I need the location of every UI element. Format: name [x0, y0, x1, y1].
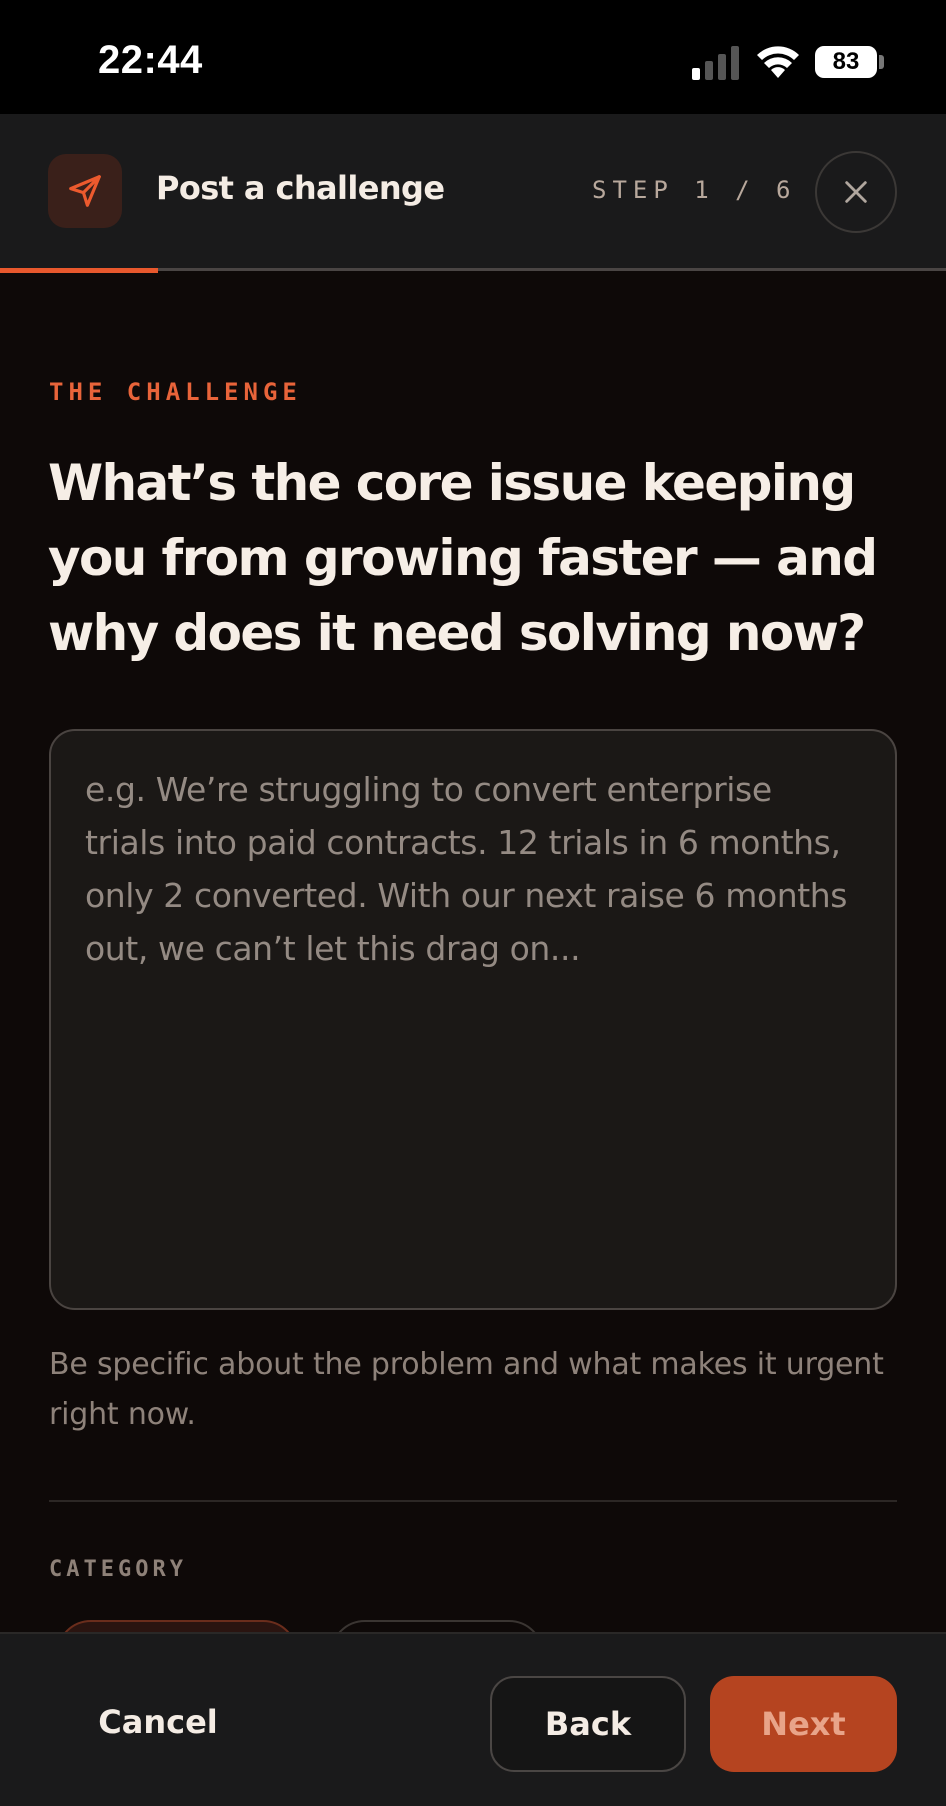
- close-icon: [845, 181, 867, 203]
- close-button[interactable]: [815, 151, 897, 233]
- next-button[interactable]: Next: [710, 1676, 897, 1772]
- helper-text: Be specific about the problem and what m…: [49, 1347, 884, 1432]
- page-title: Post a challenge: [156, 169, 445, 207]
- signal-icon: [692, 46, 739, 80]
- send-icon: [48, 154, 122, 228]
- cancel-button[interactable]: Cancel: [88, 1674, 228, 1770]
- category-label: CATEGORY: [49, 1557, 187, 1582]
- battery-icon: 83: [815, 46, 877, 78]
- step-indicator: STEP 1 / 6: [592, 176, 797, 204]
- footer-bar: Cancel Back Next: [0, 1632, 946, 1806]
- wifi-icon: [757, 46, 799, 78]
- textarea-placeholder: e.g. We’re struggling to convert enterpr…: [85, 770, 848, 968]
- back-button[interactable]: Back: [490, 1676, 686, 1772]
- app-header: Post a challenge STEP 1 / 6: [0, 114, 946, 268]
- status-time: 22:44: [98, 38, 203, 82]
- battery-nub: [879, 55, 884, 69]
- status-bar: 22:44 83: [0, 0, 946, 114]
- section-eyebrow: THE CHALLENGE: [49, 378, 302, 406]
- challenge-textarea[interactable]: e.g. We’re struggling to convert enterpr…: [49, 729, 897, 1310]
- progress-bar: [0, 268, 158, 273]
- question-heading: What’s the core issue keeping you from g…: [48, 454, 878, 662]
- divider: [49, 1500, 897, 1502]
